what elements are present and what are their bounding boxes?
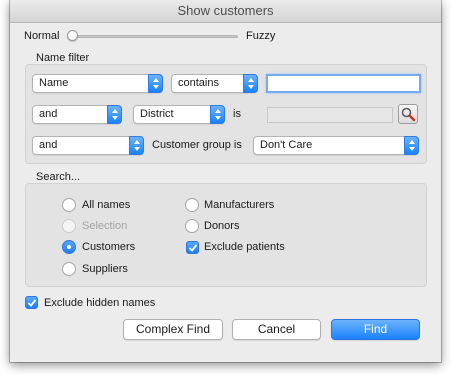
slider-right-label: Fuzzy	[246, 30, 276, 42]
exclude-patients-label: Exclude patients	[204, 241, 285, 253]
selection-radio[interactable]	[62, 219, 76, 233]
conjunction-popup-row2[interactable]: and	[32, 105, 122, 124]
customer-group-popup-value: Don't Care	[260, 139, 313, 151]
cancel-button[interactable]: Cancel	[232, 319, 321, 340]
conjunction-popup-row2-value: and	[39, 108, 58, 120]
customer-group-popup[interactable]: Don't Care	[253, 136, 419, 155]
find-button[interactable]: Find	[331, 319, 420, 340]
donors-label: Donors	[204, 220, 240, 232]
show-customers-window: Show customers Normal Fuzzy Name filter …	[10, 0, 441, 362]
exclude-hidden-label: Exclude hidden names	[44, 297, 156, 309]
operator-popup-row1-value: contains	[178, 77, 219, 89]
suppliers-label: Suppliers	[82, 263, 128, 275]
complex-find-button[interactable]: Complex Find	[123, 319, 223, 340]
customers-label: Customers	[82, 241, 136, 253]
customer-group-label: Customer group is	[152, 139, 242, 151]
selection-label: Selection	[82, 220, 128, 232]
name-filter-legend: Name filter	[36, 52, 90, 64]
conjunction-popup-row3-value: and	[39, 139, 58, 151]
magnifier-icon[interactable]	[398, 104, 418, 124]
updown-chevron-icon	[129, 136, 144, 155]
all-names-label: All names	[82, 199, 131, 211]
name-value-input[interactable]	[266, 74, 421, 93]
field-popup-row2[interactable]: District	[133, 105, 225, 124]
name-filter-group: Name contains and District is and Custom…	[25, 64, 427, 164]
manufacturers-radio[interactable]	[185, 198, 199, 212]
exclude-patients-checkbox[interactable]	[186, 241, 199, 254]
conjunction-popup-row3[interactable]: and	[32, 136, 144, 155]
updown-chevron-icon	[107, 105, 122, 124]
exclude-hidden-checkbox[interactable]	[25, 296, 38, 309]
field-popup-row2-value: District	[140, 108, 174, 120]
suppliers-radio[interactable]	[62, 262, 76, 276]
updown-chevron-icon	[243, 74, 258, 93]
slider-left-label: Normal	[24, 30, 60, 42]
updown-chevron-icon	[404, 136, 419, 155]
match-slider-track[interactable]	[72, 35, 238, 38]
customers-radio[interactable]	[62, 240, 76, 254]
window-title: Show customers	[10, 0, 441, 23]
all-names-radio[interactable]	[62, 198, 76, 212]
donors-radio[interactable]	[185, 219, 199, 233]
district-value-input[interactable]	[267, 107, 393, 123]
match-slider-knob[interactable]	[67, 30, 78, 41]
updown-chevron-icon	[148, 74, 163, 93]
field-popup-row1-value: Name	[39, 77, 69, 89]
updown-chevron-icon	[210, 105, 225, 124]
operator-popup-row1[interactable]: contains	[171, 74, 258, 93]
manufacturers-label: Manufacturers	[204, 199, 275, 211]
field-popup-row1[interactable]: Name	[32, 74, 163, 93]
is-label: is	[233, 108, 241, 120]
search-legend: Search...	[36, 171, 81, 183]
